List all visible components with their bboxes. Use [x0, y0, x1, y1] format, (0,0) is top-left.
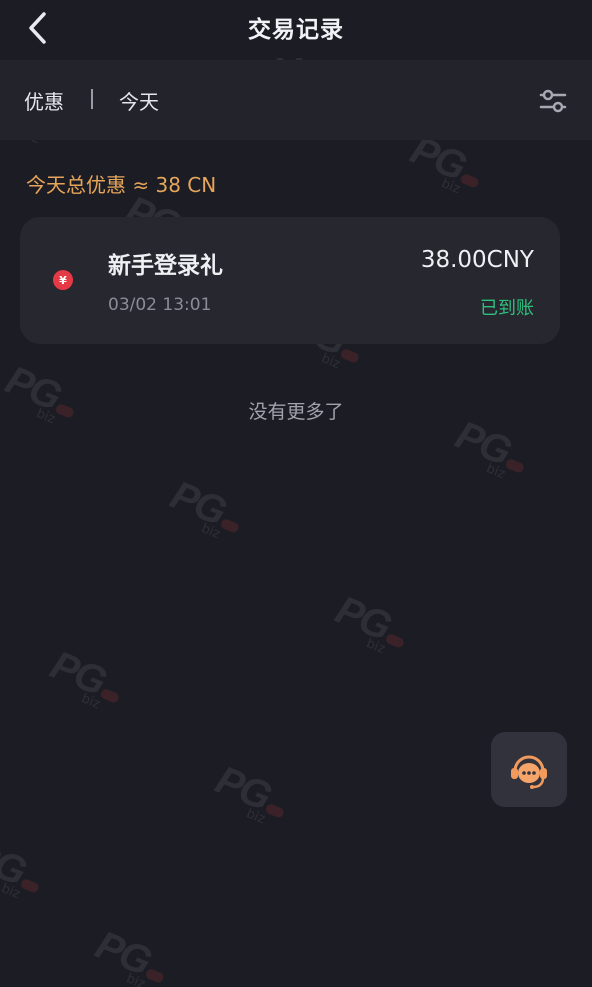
sliders-icon — [539, 89, 567, 113]
transaction-records-page: PGbiz PGbiz PGbiz PGbiz PGbiz PGbiz PGbi… — [0, 0, 592, 987]
filter-date-selector[interactable]: 今天 — [119, 86, 159, 115]
watermark: PGbiz — [209, 758, 294, 827]
filter-divider — [91, 89, 93, 109]
transaction-title: 新手登录礼 — [108, 253, 223, 279]
header: 交易记录 — [0, 0, 592, 58]
customer-service-button[interactable] — [491, 732, 567, 807]
transaction-status: 已到账 — [480, 298, 534, 319]
customer-service-icon — [511, 755, 547, 789]
filter-bar: 优惠 今天 — [0, 60, 592, 140]
watermark: PGbiz — [44, 643, 129, 712]
today-total-summary: 今天总优惠 ≈ 38 CN — [26, 173, 217, 197]
transaction-card[interactable]: ¥ 新手登录礼 38.00CNY 03/02 13:01 已到账 — [20, 217, 560, 344]
transaction-amount: 38.00CNY — [420, 247, 534, 273]
yuan-coin-icon: ¥ — [53, 270, 73, 290]
watermark: PGbiz — [0, 833, 50, 902]
watermark: PGbiz — [329, 588, 414, 657]
transaction-time: 03/02 13:01 — [108, 295, 212, 315]
filter-type-selector[interactable]: 优惠 — [24, 86, 64, 115]
filter-settings-button[interactable] — [536, 84, 570, 118]
no-more-text: 没有更多了 — [248, 401, 344, 423]
page-title: 交易记录 — [248, 17, 344, 43]
watermark: PGbiz — [164, 473, 249, 542]
watermark: PGbiz — [89, 923, 174, 987]
